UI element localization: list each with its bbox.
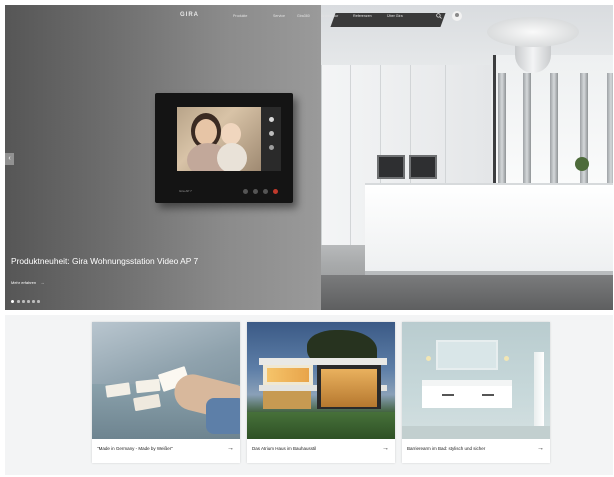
slider-dot[interactable] [27,300,30,303]
floor [321,275,613,310]
cabinet-seam [350,65,351,245]
nav-item-produkte[interactable]: Produkte [233,14,247,18]
slider-dot[interactable] [37,300,40,303]
arrow-right-icon[interactable]: → [537,445,544,452]
hero-more-link[interactable]: Mehr erfahren → [11,280,44,285]
chevron-left-icon[interactable]: ‹ [5,153,14,165]
slider-dot[interactable] [11,300,14,303]
slider-dot[interactable] [22,300,25,303]
pillar [523,73,531,185]
hero-slider[interactable]: GIRA Produkte Service Gira360 Architektu… [5,5,613,310]
pillar [498,73,506,185]
slider-dot[interactable] [17,300,20,303]
device-caption: Gira AP 7 [179,189,192,193]
device-button [243,189,248,194]
slider-dot[interactable] [32,300,35,303]
arrow-right-icon[interactable]: → [382,445,389,452]
pillar [550,73,558,185]
teaser-image-house-dusk [247,322,395,439]
search-icon[interactable] [436,13,442,19]
arrow-right-icon: → [40,280,45,285]
device-button [253,189,258,194]
kitchen-island [365,183,613,271]
top-navigation: GIRA Produkte Service Gira360 Architektu… [5,5,613,29]
nav-item-referenzen[interactable]: Referenzen [353,14,372,18]
device-indicator [269,117,274,122]
arrow-right-icon[interactable]: → [227,445,234,452]
oven-left [377,155,405,179]
device-indicator [269,145,274,150]
plant [575,157,589,171]
device-call-button [273,189,278,194]
teaser-card-made-in-germany[interactable]: "Made in Germany - Made by Weißer" → [92,322,240,463]
teaser-caption: Barrierearm im Bad: stylisch und sicher [407,446,486,451]
teaser-caption: Das Atrium Haus im Bauhausstil [252,446,317,451]
woman-face [195,119,217,145]
device-button [263,189,268,194]
teaser-card-atrium-haus[interactable]: Das Atrium Haus im Bauhausstil → [247,322,395,463]
child-body [217,143,247,171]
hero-more-label: Mehr erfahren [11,280,37,285]
pillar [607,73,613,185]
teaser-caption: "Made in Germany - Made by Weißer" [97,446,173,451]
hero-title: Produktneuheit: Gira Wohnungsstation Vid… [11,256,199,266]
page: GIRA Produkte Service Gira360 Architektu… [0,0,614,477]
teaser-card-barrierearm-bad[interactable]: Barrierearm im Bad: stylisch und sicher … [402,322,550,463]
gira-logo[interactable]: GIRA [180,12,199,18]
nav-item-architektur[interactable]: Architektur [321,14,338,18]
child-face [221,123,241,145]
teaser-image-bathroom [402,322,550,439]
device-screen [177,107,261,171]
device-indicator [269,131,274,136]
device-control-panel [261,107,281,171]
teaser-image-hands-switches [92,322,240,439]
video-ap7-device: Gira AP 7 [155,93,293,203]
nav-item-service[interactable]: Service [273,14,285,18]
user-icon[interactable] [452,11,462,21]
nav-item-ueber-gira[interactable]: Über Gira [387,14,403,18]
nav-item-gira360[interactable]: Gira360 [297,14,310,18]
oven-right [409,155,437,179]
